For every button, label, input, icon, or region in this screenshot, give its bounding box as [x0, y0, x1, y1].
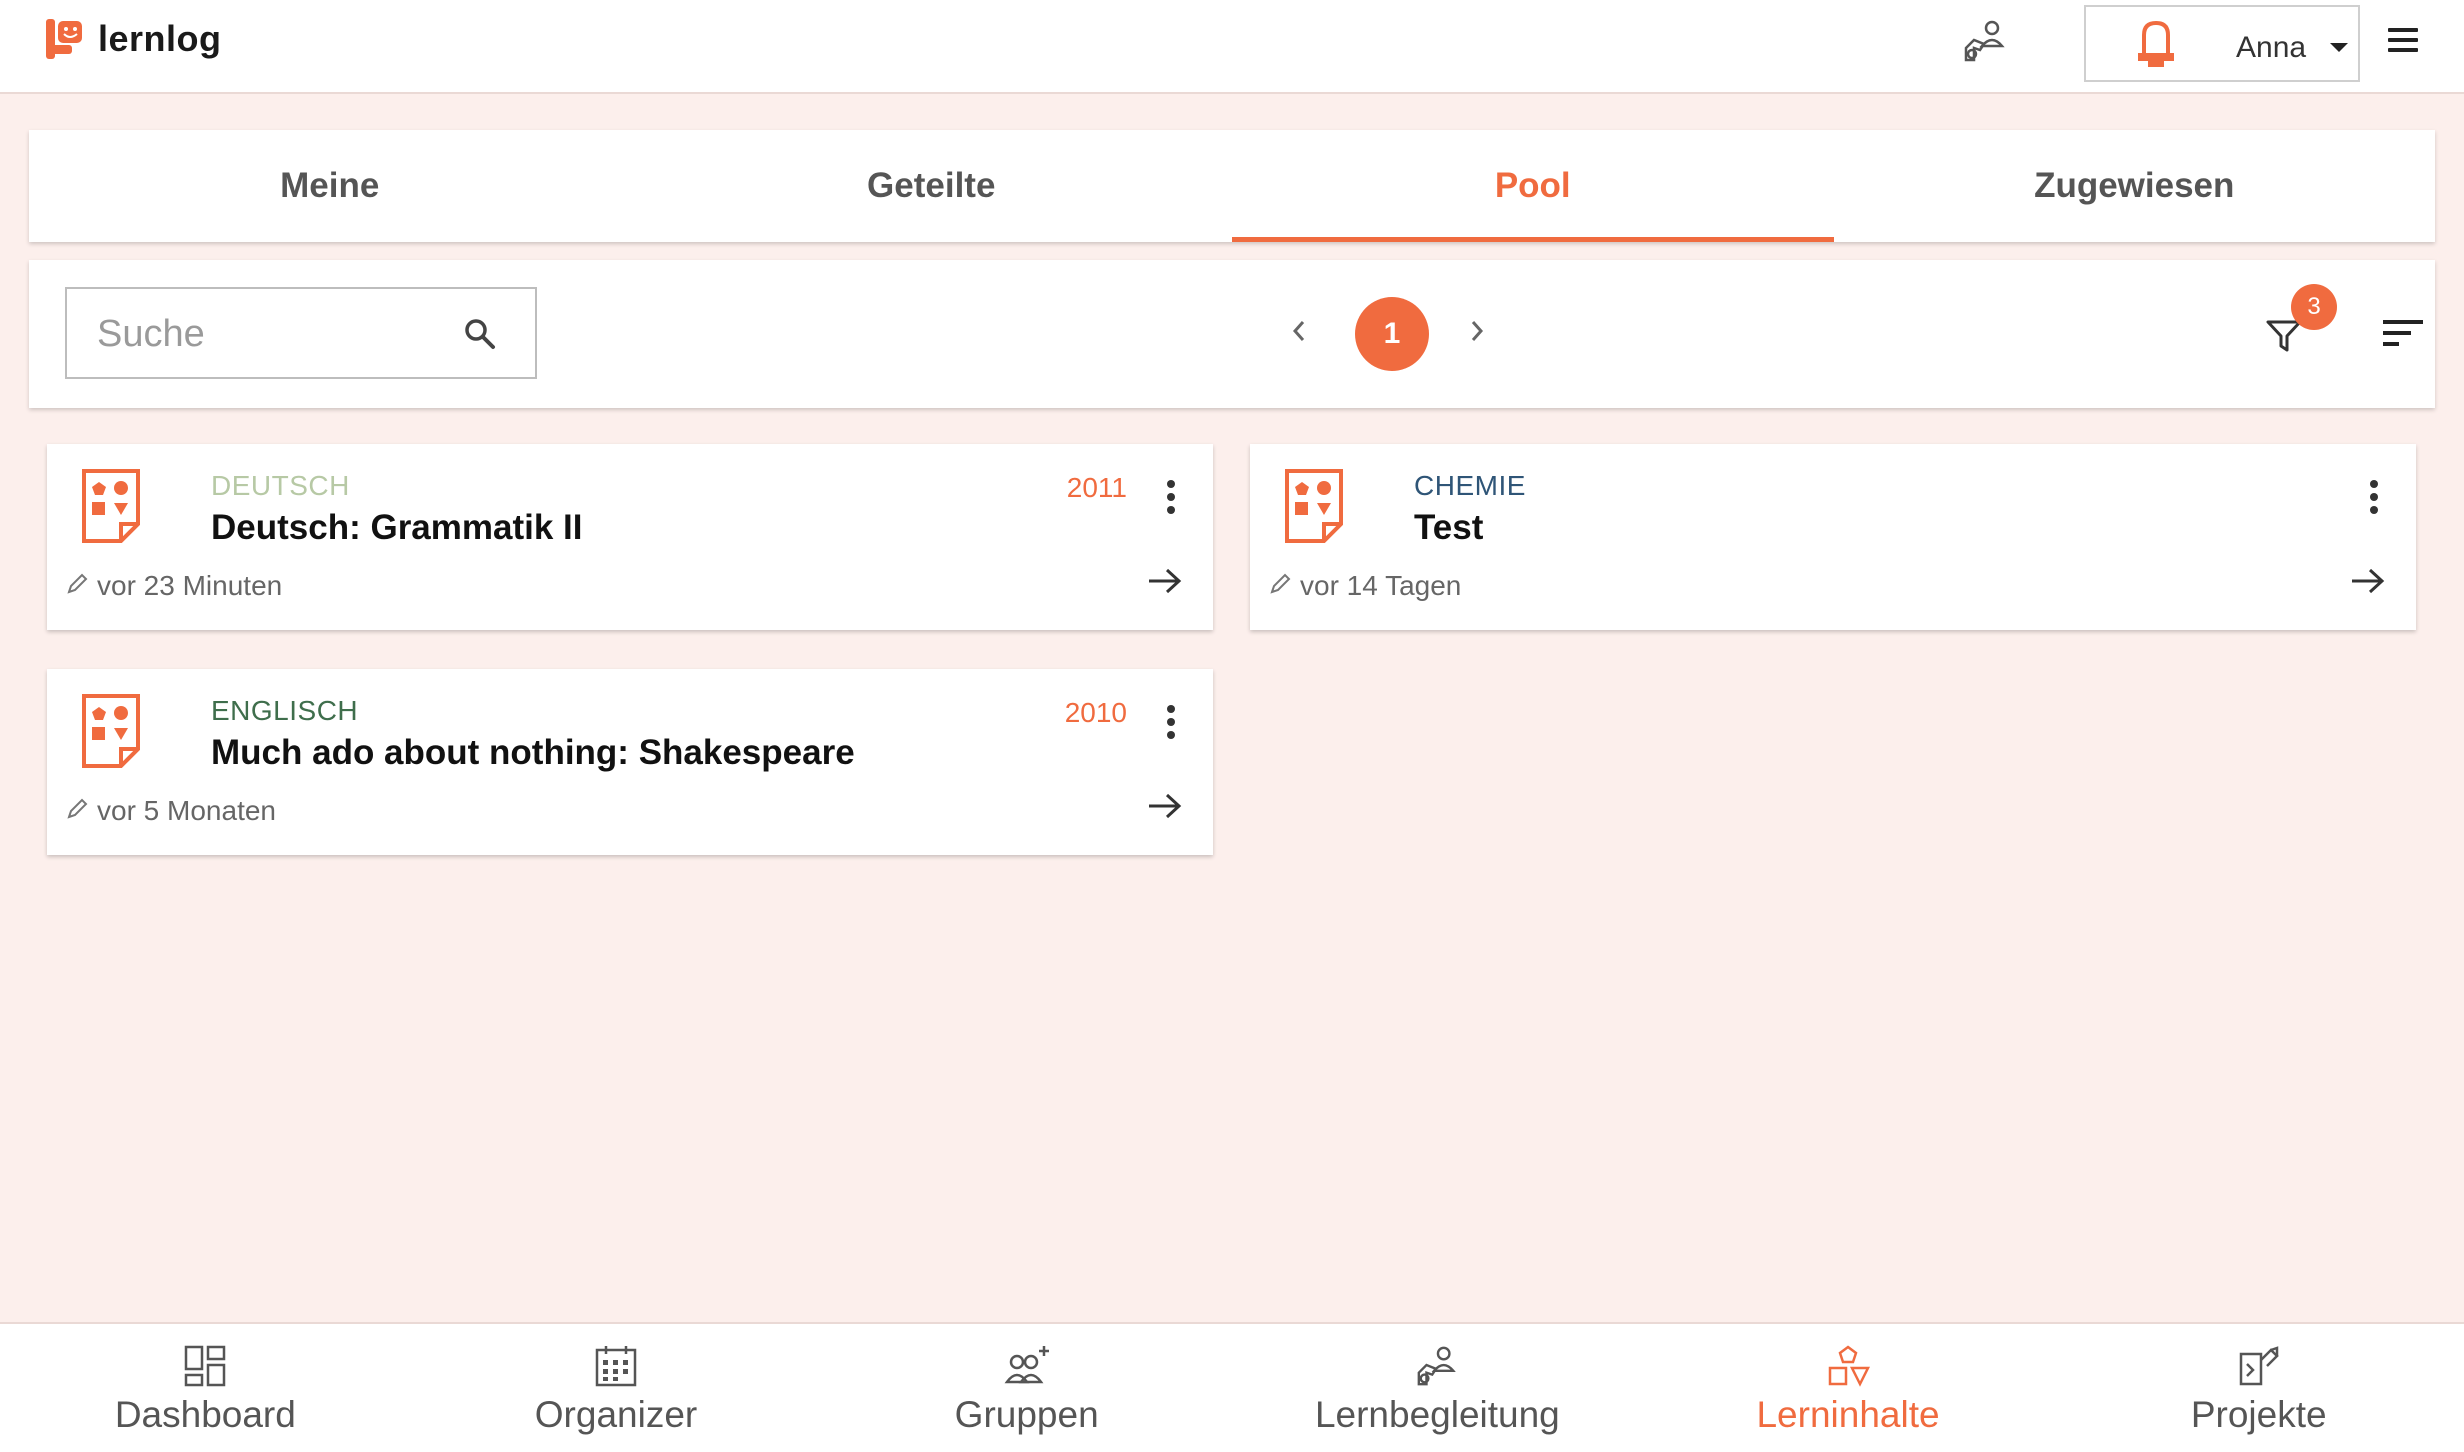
nav-label: Lerninhalte [1756, 1394, 1940, 1435]
current-page[interactable]: 1 [1355, 297, 1429, 371]
nav-label: Gruppen [954, 1394, 1099, 1435]
lernlog-logo-icon [46, 19, 82, 59]
nav-projekte[interactable]: Projekte [2053, 1324, 2464, 1452]
card-year: 2011 [1066, 472, 1127, 503]
nav-lerninhalte[interactable]: Lerninhalte [1643, 1324, 2054, 1452]
worksheet-icon [82, 469, 140, 543]
search-input[interactable] [97, 307, 457, 361]
search-icon[interactable] [463, 317, 497, 351]
card-title[interactable]: Deutsch: Grammatik II [211, 508, 583, 548]
worksheet-icon [1285, 469, 1343, 543]
search-box [65, 287, 537, 379]
more-options-icon[interactable] [1167, 705, 1175, 744]
app-logo[interactable]: lernlog [46, 18, 222, 60]
top-bar: lernlog Anna [0, 0, 2464, 94]
card-subject: CHEMIE [1414, 470, 1526, 501]
pencil-icon [1270, 573, 1291, 594]
content-card[interactable]: CHEMIE Test vor 14 Tagen [1250, 444, 2416, 630]
menu-icon[interactable] [2388, 28, 2418, 58]
tab-pool[interactable]: Pool [1232, 130, 1834, 242]
arrow-right-icon[interactable] [2350, 566, 2386, 596]
nav-lernbegleitung[interactable]: Lernbegleitung [1232, 1324, 1643, 1452]
content-card[interactable]: ENGLISCH Much ado about nothing: Shakesp… [47, 669, 1213, 855]
pencil-icon [67, 798, 88, 819]
card-title[interactable]: Test [1414, 508, 1483, 548]
card-edited-time: vor 23 Minuten [97, 570, 283, 601]
filter-count-badge: 3 [2291, 284, 2337, 330]
nav-gruppen[interactable]: Gruppen [821, 1324, 1232, 1452]
nav-label: Dashboard [114, 1394, 296, 1435]
pencil-icon [67, 573, 88, 594]
chevron-down-icon [2330, 43, 2348, 52]
tab-zugewiesen[interactable]: Zugewiesen [1834, 130, 2436, 242]
groups-icon [1004, 1346, 1049, 1384]
projects-icon [2239, 1346, 2279, 1386]
content-card[interactable]: DEUTSCH Deutsch: Grammatik II 2011 vor 2… [47, 444, 1213, 630]
more-options-icon[interactable] [2370, 480, 2378, 519]
lernbegleitung-icon[interactable] [1962, 18, 2008, 64]
lernbegleitung-icon [1417, 1346, 1457, 1386]
toolbar: 1 3 [29, 260, 2435, 408]
dashboard-icon [185, 1345, 226, 1387]
bottom-navigation: Dashboard Organizer Gruppen Lernbegleitu… [0, 1322, 2464, 1452]
nav-label: Projekte [2190, 1394, 2327, 1435]
card-edited-time: vor 14 Tagen [1300, 570, 1462, 601]
chevron-left-icon[interactable] [1289, 316, 1309, 346]
card-subject: DEUTSCH [211, 470, 350, 501]
arrow-right-icon[interactable] [1147, 791, 1183, 821]
tab-geteilte[interactable]: Geteilte [631, 130, 1233, 242]
calendar-icon [595, 1346, 637, 1387]
shapes-icon [1828, 1345, 1871, 1387]
worksheet-icon [82, 694, 140, 768]
user-avatar-icon [2138, 20, 2174, 67]
tab-meine[interactable]: Meine [29, 130, 631, 242]
sort-icon[interactable] [2383, 318, 2423, 348]
nav-organizer[interactable]: Organizer [411, 1324, 822, 1452]
nav-dashboard[interactable]: Dashboard [0, 1324, 411, 1452]
card-title[interactable]: Much ado about nothing: Shakespeare [211, 733, 855, 773]
nav-label: Organizer [534, 1394, 698, 1435]
card-edited-time: vor 5 Monaten [97, 795, 276, 826]
app-name: lernlog [98, 18, 222, 59]
card-subject: ENGLISCH [211, 695, 359, 726]
nav-label: Lernbegleitung [1314, 1394, 1560, 1435]
user-name: Anna [2236, 31, 2307, 64]
chevron-right-icon[interactable] [1467, 316, 1487, 346]
more-options-icon[interactable] [1167, 480, 1175, 519]
user-select[interactable]: Anna [2084, 5, 2360, 82]
card-year: 2010 [1064, 697, 1127, 728]
content-tabs: Meine Geteilte Pool Zugewiesen [29, 130, 2435, 242]
arrow-right-icon[interactable] [1147, 566, 1183, 596]
